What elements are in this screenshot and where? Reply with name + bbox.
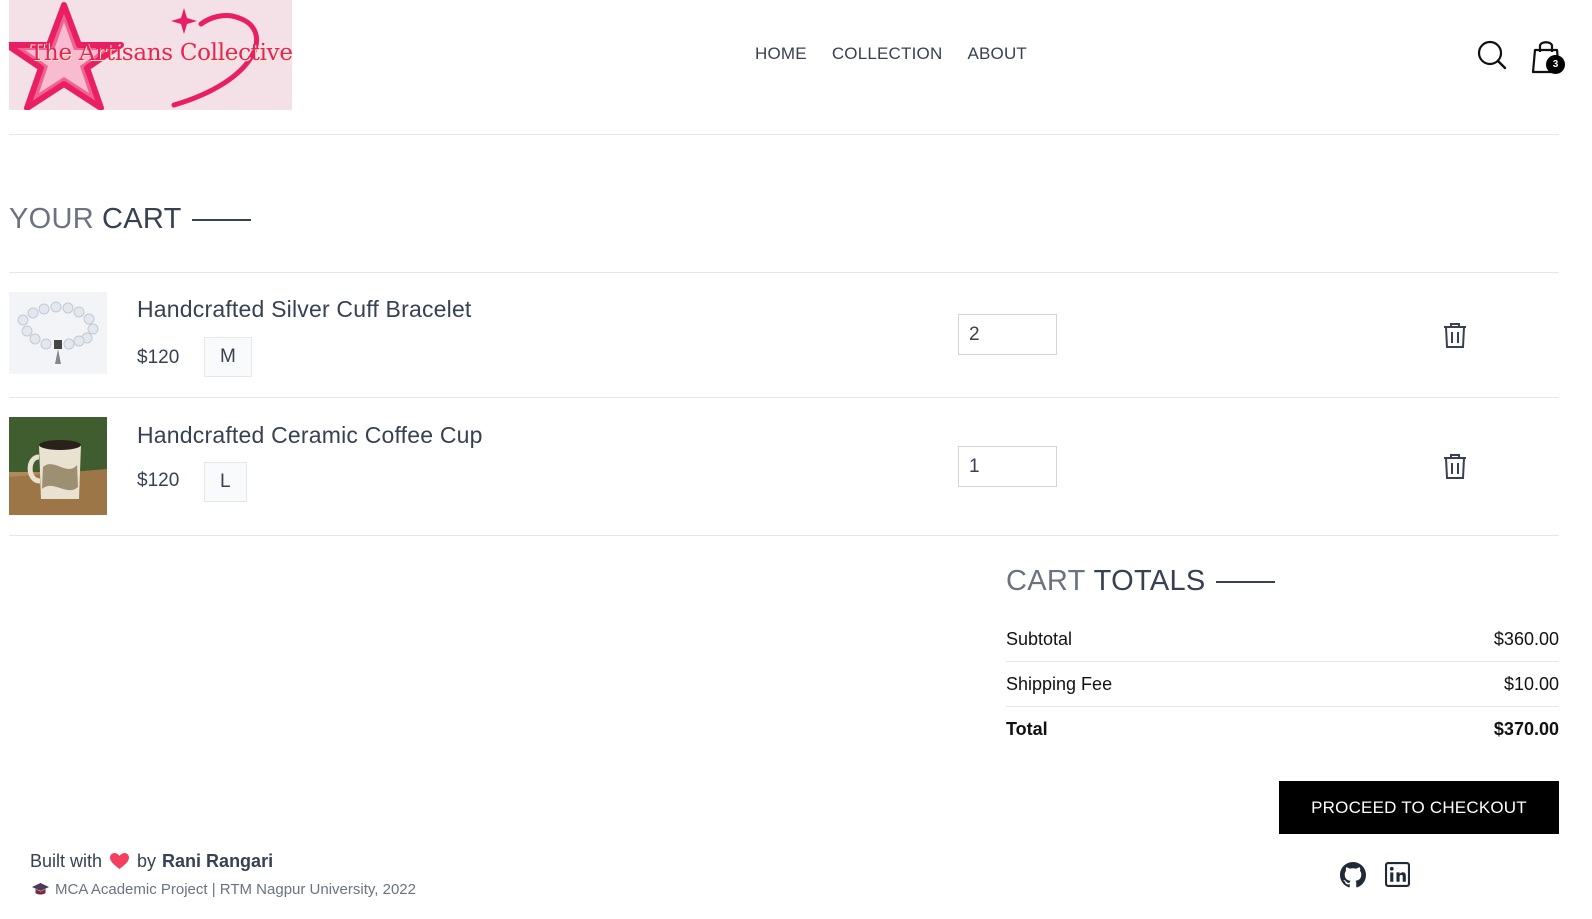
total-value: $370.00: [1493, 719, 1559, 739]
site-logo[interactable]: The Artisans Collective: [9, 0, 292, 110]
subtotal-row: Subtotal $360.00: [1006, 617, 1559, 662]
heart-icon: [110, 853, 130, 869]
search-icon[interactable]: [1477, 40, 1507, 70]
cart-title-light: YOUR: [9, 203, 94, 235]
item-size-badge: M: [204, 337, 252, 377]
site-header: The Artisans Collective HOME COLLECTION …: [9, 0, 1565, 135]
trash-icon[interactable]: [1442, 453, 1468, 479]
footer-project: MCA Academic Project | RTM Nagpur Univer…: [32, 881, 416, 898]
cart-title: YOUR CART: [9, 203, 251, 236]
totals-title: CART TOTALS: [1006, 565, 1275, 598]
project-text: MCA Academic Project | RTM Nagpur Univer…: [55, 881, 416, 898]
title-underline: [1215, 580, 1275, 583]
shipping-row: Shipping Fee $10.00: [1006, 662, 1559, 707]
title-underline: [191, 218, 251, 221]
cart-item: Handcrafted Ceramic Coffee Cup $120 L: [9, 398, 1559, 536]
nav-home[interactable]: HOME: [755, 44, 807, 64]
shipping-value: $10.00: [1503, 673, 1559, 694]
nav-collection[interactable]: COLLECTION: [832, 44, 943, 64]
item-name: Handcrafted Silver Cuff Bracelet: [137, 296, 472, 322]
bracelet-image: [9, 292, 107, 374]
cart-totals: Subtotal $360.00 Shipping Fee $10.00 Tot…: [1006, 617, 1559, 752]
shipping-label: Shipping Fee: [1006, 673, 1113, 694]
logo-text: The Artisans Collective: [29, 40, 292, 66]
author-name: Rani Rangari: [162, 851, 274, 871]
cart-count-badge: 3: [1546, 55, 1565, 74]
cart-title-bold: CART: [102, 203, 182, 235]
main-nav: HOME COLLECTION ABOUT: [755, 44, 1027, 64]
totals-title-bold: TOTALS: [1093, 565, 1206, 597]
github-icon[interactable]: [1340, 862, 1366, 888]
footer-credit: Built with by Rani Rangari: [30, 851, 273, 872]
trash-icon[interactable]: [1442, 322, 1468, 348]
coffee-cup-image: [9, 417, 107, 515]
item-price: $120: [137, 470, 180, 491]
subtotal-label: Subtotal: [1006, 628, 1073, 649]
by-text: by: [137, 851, 157, 871]
built-with-text: Built with: [30, 851, 103, 871]
nav-about[interactable]: ABOUT: [967, 44, 1027, 64]
quantity-input[interactable]: [958, 314, 1057, 355]
item-price: $120: [137, 347, 180, 368]
cart-item-list: Handcrafted Silver Cuff Bracelet $120 M …: [9, 272, 1559, 536]
linkedin-icon[interactable]: [1385, 862, 1410, 887]
total-row: Total $370.00: [1006, 707, 1559, 752]
graduation-cap-icon: [32, 883, 49, 895]
item-name: Handcrafted Ceramic Coffee Cup: [137, 422, 483, 448]
cart-item: Handcrafted Silver Cuff Bracelet $120 M: [9, 273, 1559, 398]
item-size-badge: L: [204, 462, 247, 502]
subtotal-value: $360.00: [1493, 628, 1559, 649]
totals-title-light: CART: [1006, 565, 1086, 597]
quantity-input[interactable]: [958, 446, 1057, 487]
checkout-button[interactable]: PROCEED TO CHECKOUT: [1279, 781, 1559, 834]
total-label: Total: [1006, 719, 1048, 739]
